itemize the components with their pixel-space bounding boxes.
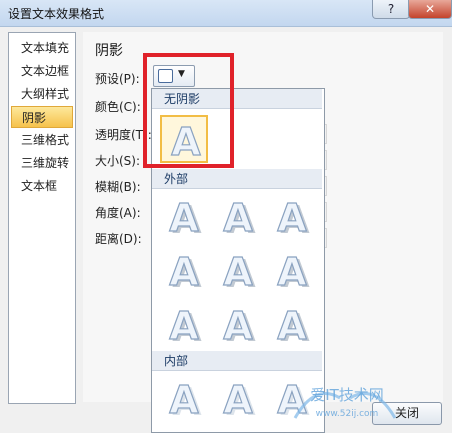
svg-text:A: A (169, 196, 199, 239)
letter-a-icon: AA (169, 249, 203, 293)
preset-tile-inner-10[interactable]: AA (160, 375, 208, 423)
color-label: 颜色(C): (95, 100, 141, 114)
category-inner: 内部 (152, 351, 322, 371)
transparency-label: 透明度(T): (95, 128, 152, 142)
svg-text:A: A (169, 304, 199, 347)
letter-a-icon: AA (277, 195, 311, 239)
svg-text:A: A (169, 378, 199, 421)
preset-tile-inner-12[interactable]: AA (268, 375, 316, 423)
preset-tile-no-shadow-0[interactable]: A (160, 115, 208, 163)
preset-tile-outer-6[interactable]: AA (268, 247, 316, 295)
distance-label: 距离(D): (95, 232, 142, 246)
preset-tile-inner-11[interactable]: AA (214, 375, 262, 423)
close-button[interactable]: 关闭 (372, 402, 442, 425)
letter-a-icon: AA (277, 377, 311, 421)
window-title: 设置文本效果格式 (8, 7, 105, 21)
preset-tile-outer-3[interactable]: AA (268, 193, 316, 241)
nav-item-text-outline[interactable]: 文本边框 (11, 60, 73, 82)
letter-a-icon: AA (223, 377, 257, 421)
svg-text:A: A (277, 378, 307, 421)
help-button[interactable]: ? (372, 0, 410, 19)
letter-a-icon: AA (223, 249, 257, 293)
preset-tile-outer-9[interactable]: AA (268, 301, 316, 349)
watermark-url: www.52ij.com (316, 409, 379, 419)
svg-text:A: A (223, 250, 253, 293)
letter-a-icon: AA (223, 303, 257, 347)
svg-text:A: A (223, 378, 253, 421)
category-no-shadow: 无阴影 (152, 89, 322, 109)
svg-text:A: A (223, 304, 253, 347)
preset-tile-outer-5[interactable]: AA (214, 247, 262, 295)
category-outer: 外部 (152, 169, 322, 189)
blur-label: 模糊(B): (95, 180, 141, 194)
nav-item-shadow[interactable]: 阴影 (11, 106, 73, 128)
panel-title: 阴影 (95, 43, 123, 59)
nav-item-text-box[interactable]: 文本框 (11, 175, 73, 197)
svg-text:A: A (169, 250, 199, 293)
svg-text:A: A (277, 196, 307, 239)
size-label: 大小(S): (95, 154, 141, 168)
preset-tile-outer-4[interactable]: AA (160, 247, 208, 295)
svg-text:A: A (171, 120, 201, 163)
svg-text:A: A (277, 250, 307, 293)
nav-item-text-fill[interactable]: 文本填充 (11, 37, 73, 59)
letter-a-icon: AA (169, 377, 203, 421)
preset-label: 预设(P): (95, 72, 140, 86)
letter-a-icon: A (171, 119, 202, 163)
preset-tile-outer-8[interactable]: AA (214, 301, 262, 349)
chevron-down-icon: ▼ (178, 69, 185, 79)
letter-a-icon: AA (277, 303, 311, 347)
preset-dropdown-button[interactable]: ▼ (153, 65, 195, 87)
svg-text:A: A (277, 304, 307, 347)
category-list: 文本填充 文本边框 大纲样式 阴影 三维格式 三维旋转 文本框 (8, 32, 76, 404)
shadow-preset-gallery: 无阴影 外部 内部 AAAAAAAAAAAAAAAAAAAAAAAAA (151, 88, 325, 433)
preset-tile-outer-7[interactable]: AA (160, 301, 208, 349)
preset-tile-outer-2[interactable]: AA (214, 193, 262, 241)
angle-label: 角度(A): (95, 206, 141, 220)
letter-a-icon: AA (223, 195, 257, 239)
nav-item-3d-rotation[interactable]: 三维旋转 (11, 152, 73, 174)
nav-item-outline-style[interactable]: 大纲样式 (11, 83, 73, 105)
letter-a-icon: AA (169, 303, 203, 347)
title-bar: 设置文本效果格式 ? ✕ (0, 0, 452, 27)
letter-a-icon: AA (277, 249, 311, 293)
svg-text:A: A (223, 196, 253, 239)
nav-item-3d-format[interactable]: 三维格式 (11, 129, 73, 151)
preset-swatch-icon (158, 69, 173, 83)
preset-tile-outer-1[interactable]: AA (160, 193, 208, 241)
window-close-button[interactable]: ✕ (408, 0, 452, 19)
letter-a-icon: AA (169, 195, 203, 239)
